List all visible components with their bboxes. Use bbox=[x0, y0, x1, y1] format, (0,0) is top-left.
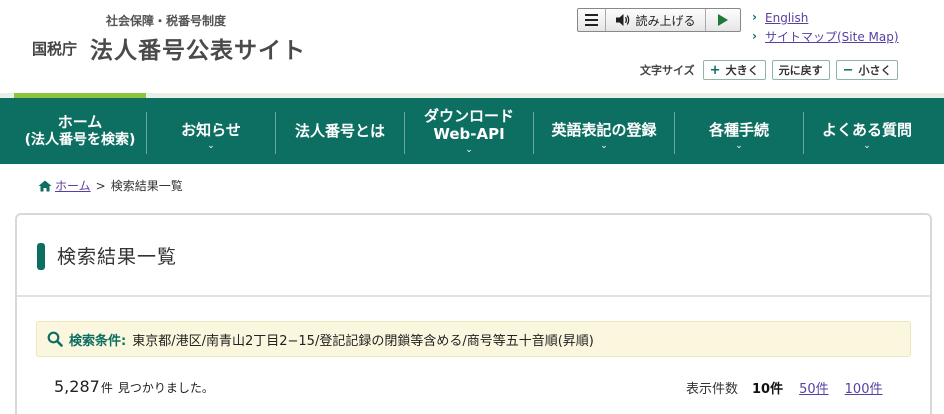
result-count-message: 見つかりました。 bbox=[117, 381, 214, 395]
title-divider bbox=[17, 295, 930, 297]
per-page-option-50[interactable]: 50件 bbox=[799, 378, 829, 397]
search-condition-value: 東京都/港区/南青山2丁目2−15/登記記録の閉鎖等含める/商号等五十音順(昇順… bbox=[132, 333, 594, 349]
breadcrumb: ホーム > 検索結果一覧 bbox=[38, 177, 183, 194]
nav-item-english-registration[interactable]: 英語表記の登録 ⌄ bbox=[534, 98, 674, 164]
speaker-icon bbox=[616, 14, 630, 26]
search-condition-label: 検索条件: bbox=[69, 333, 127, 349]
header-links: English サイトマップ(Site Map) bbox=[752, 8, 899, 47]
english-link[interactable]: English bbox=[752, 8, 899, 28]
breadcrumb-home-link[interactable]: ホーム bbox=[55, 177, 91, 194]
logo-subtitle: 社会保障・税番号制度 bbox=[106, 14, 227, 28]
nav-home-sublabel: (法人番号を検索) bbox=[24, 132, 136, 148]
font-larger-label: 大きく bbox=[725, 64, 759, 77]
chevron-down-icon: ⌄ bbox=[465, 145, 473, 155]
chevron-down-icon: ⌄ bbox=[600, 141, 608, 151]
per-page-selector: 表示件数 10件 50件 100件 bbox=[686, 378, 898, 397]
plus-icon: + bbox=[709, 62, 721, 78]
result-count-unit: 件 bbox=[100, 381, 113, 395]
page-title: 検索結果一覧 bbox=[57, 246, 178, 268]
nav-news-label: お知らせ bbox=[181, 121, 241, 139]
breadcrumb-current: 検索結果一覧 bbox=[110, 179, 183, 193]
nav-download-label: ダウンロード bbox=[423, 107, 514, 125]
chevron-down-icon: ⌄ bbox=[735, 141, 743, 151]
nav-about-label: 法人番号とは bbox=[294, 122, 385, 140]
font-size-label: 文字サイズ bbox=[640, 64, 695, 77]
nav-item-faq[interactable]: よくある質問 ⌄ bbox=[804, 98, 930, 164]
font-size-controls: 文字サイズ + 大きく 元に戻す − 小さく bbox=[640, 60, 899, 80]
nav-item-news[interactable]: お知らせ ⌄ bbox=[147, 98, 275, 164]
minus-icon: − bbox=[842, 62, 854, 78]
results-panel: 検索結果一覧 検索条件: 東京都/港区/南青山2丁目2−15/登記記録の閉鎖等含… bbox=[15, 213, 932, 414]
per-page-label: 表示件数 bbox=[686, 382, 739, 397]
site-header: 社会保障・税番号制度 国税庁 法人番号公表サイト 読み上げる English サ… bbox=[0, 0, 944, 98]
play-icon[interactable] bbox=[706, 9, 740, 31]
nav-item-about[interactable]: 法人番号とは bbox=[276, 98, 404, 164]
read-aloud-label: 読み上げる bbox=[635, 13, 696, 28]
nav-faq-label: よくある質問 bbox=[821, 121, 912, 139]
global-nav: ホーム (法人番号を検索) お知らせ ⌄ 法人番号とは ダウンロード Web-A… bbox=[0, 98, 944, 164]
sitemap-link[interactable]: サイトマップ(Site Map) bbox=[752, 27, 899, 47]
nav-item-home[interactable]: ホーム (法人番号を検索) bbox=[14, 98, 146, 164]
logo-agency: 国税庁 bbox=[32, 40, 78, 58]
nav-home-label: ホーム bbox=[57, 113, 103, 131]
read-aloud-button[interactable]: 読み上げる bbox=[606, 9, 706, 31]
nav-item-procedures[interactable]: 各種手続 ⌄ bbox=[675, 98, 803, 164]
font-smaller-label: 小さく bbox=[858, 64, 892, 77]
nav-procedures-label: 各種手続 bbox=[708, 121, 769, 139]
logo-title: 法人番号公表サイト bbox=[90, 38, 306, 64]
menu-icon[interactable] bbox=[578, 9, 606, 31]
readspeaker-toolbar: 読み上げる bbox=[577, 8, 741, 32]
nav-item-download[interactable]: ダウンロード Web-API ⌄ bbox=[405, 98, 533, 164]
font-reset-label: 元に戻す bbox=[778, 64, 823, 77]
home-icon bbox=[38, 180, 52, 191]
result-count: 5,287 件 見つかりました。 bbox=[54, 377, 214, 396]
result-count-number: 5,287 bbox=[54, 377, 100, 396]
font-reset-button[interactable]: 元に戻す bbox=[771, 60, 830, 80]
font-larger-button[interactable]: + 大きく bbox=[702, 60, 766, 80]
chevron-down-icon: ⌄ bbox=[207, 141, 215, 151]
per-page-option-100[interactable]: 100件 bbox=[845, 378, 883, 397]
nav-english-registration-label: 英語表記の登録 bbox=[551, 121, 657, 139]
search-icon bbox=[47, 331, 63, 347]
chevron-down-icon: ⌄ bbox=[863, 141, 871, 151]
per-page-current: 10件 bbox=[752, 382, 784, 397]
title-accent-bar bbox=[37, 243, 45, 270]
breadcrumb-separator: > bbox=[95, 178, 106, 193]
search-condition-box: 検索条件: 東京都/港区/南青山2丁目2−15/登記記録の閉鎖等含める/商号等五… bbox=[36, 321, 911, 357]
nav-webapi-label: Web-API bbox=[433, 125, 505, 143]
font-smaller-button[interactable]: − 小さく bbox=[835, 60, 899, 80]
